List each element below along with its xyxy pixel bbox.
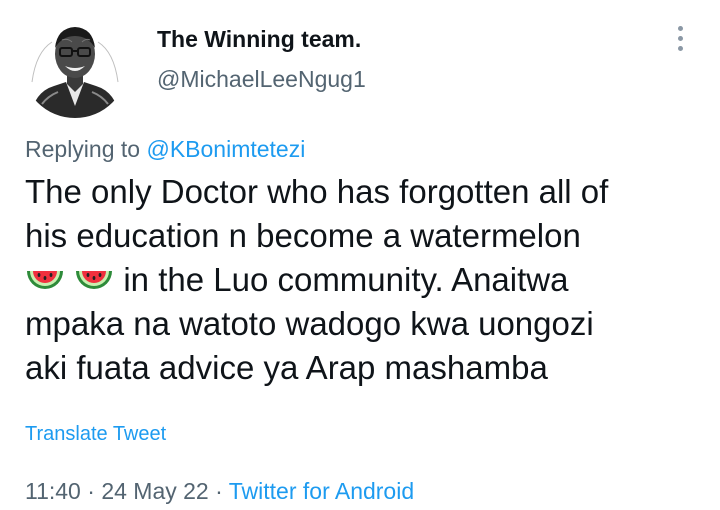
watermelon-icon bbox=[76, 271, 113, 289]
tweet-text-line: The only Doctor who has forgotten all of bbox=[25, 173, 609, 210]
tweet-text-line: mpaka na watoto wadogo kwa uongozi bbox=[25, 305, 594, 342]
tweet-card: The Winning team. @MichaelLeeNgug1 Reply… bbox=[0, 0, 720, 510]
tweet-time[interactable]: 11:40 bbox=[25, 478, 81, 504]
more-vertical-icon-dot bbox=[677, 45, 683, 51]
more-vertical-icon bbox=[677, 25, 683, 31]
replying-to: Replying to @KBonimtetezi bbox=[25, 136, 305, 163]
reply-mention-link[interactable]: @KBonimtetezi bbox=[146, 136, 305, 162]
tweet-text: The only Doctor who has forgotten all of… bbox=[25, 170, 705, 390]
avatar-portrait-image bbox=[22, 12, 128, 118]
more-options-button[interactable] bbox=[668, 22, 692, 54]
avatar[interactable] bbox=[22, 12, 128, 118]
translate-tweet-link[interactable]: Translate Tweet bbox=[25, 423, 166, 446]
tweet-meta: 11:40 · 24 May 22 · Twitter for Android bbox=[25, 478, 414, 505]
watermelon-icon bbox=[27, 271, 63, 289]
display-name[interactable]: The Winning team. bbox=[157, 26, 361, 53]
tweet-text-segment: in the Luo community. Anaitwa bbox=[123, 261, 569, 298]
replying-to-label: Replying to bbox=[25, 136, 141, 162]
tweet-text-line: his education n become a watermelon bbox=[25, 217, 581, 254]
tweet-source-link[interactable]: Twitter for Android bbox=[229, 478, 414, 504]
meta-separator: · bbox=[87, 478, 95, 504]
tweet-text-line-with-emoji: in the Luo community. Anaitwa bbox=[25, 258, 705, 302]
more-vertical-icon-dot bbox=[677, 35, 683, 41]
meta-separator: · bbox=[215, 478, 223, 504]
tweet-text-line: aki fuata advice ya Arap mashamba bbox=[25, 349, 548, 386]
tweet-date[interactable]: 24 May 22 bbox=[101, 478, 208, 504]
user-handle[interactable]: @MichaelLeeNgug1 bbox=[157, 66, 366, 93]
